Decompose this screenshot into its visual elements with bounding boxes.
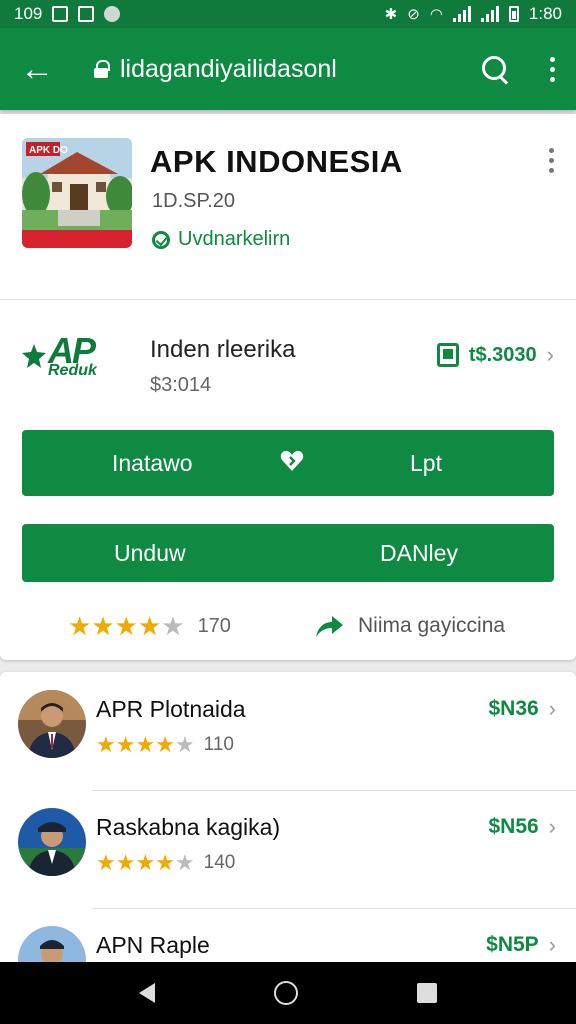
logo-small-text: Reduk bbox=[48, 362, 97, 379]
system-nav-bar bbox=[0, 962, 576, 1024]
list-item-price[interactable]: $N56 › bbox=[488, 814, 556, 840]
signal-2-icon bbox=[480, 6, 499, 22]
share-label: Niima gayiccina bbox=[358, 614, 506, 637]
list-item-stars: ★ ★ ★ ★ ★ bbox=[96, 850, 195, 875]
heart-icon bbox=[280, 450, 304, 471]
list-item-rating: ★ ★ ★ ★ ★ 140 bbox=[96, 850, 235, 876]
list-item[interactable]: Raskabna kagika) ★ ★ ★ ★ ★ 140 $N56 › bbox=[0, 790, 576, 908]
divider bbox=[92, 908, 576, 909]
chevron-right-icon: › bbox=[548, 932, 556, 957]
back-arrow-icon[interactable]: ← bbox=[20, 52, 60, 86]
install-button-right-label: Lpt bbox=[410, 449, 442, 476]
list-item-rating: ★ ★ ★ ★ ★ 110 bbox=[96, 732, 234, 758]
app-icon-caption: APK DO bbox=[29, 145, 68, 156]
verified-label: Uvdnarkelirn bbox=[152, 228, 290, 251]
chevron-right-icon: › bbox=[548, 696, 556, 721]
search-icon[interactable] bbox=[480, 54, 510, 84]
list-item-price-text: $N36 bbox=[488, 697, 539, 720]
avatar bbox=[18, 690, 86, 758]
lock-icon bbox=[94, 60, 110, 78]
nav-home-icon[interactable] bbox=[273, 981, 298, 1005]
app-subtitle: 1D.SP.20 bbox=[152, 190, 236, 212]
chevron-right-icon: › bbox=[546, 342, 554, 367]
app-bar: ← lidagandiyailidasonl bbox=[0, 28, 576, 110]
url-text[interactable]: lidagandiyailidasonl bbox=[120, 55, 480, 84]
card-more-icon[interactable] bbox=[549, 148, 554, 173]
rating-stars: ★ ★ ★ ★ ★ bbox=[68, 610, 185, 641]
detail-row[interactable]: AP Reduk Inden rleerika $3:014 t$.3030 › bbox=[0, 300, 576, 424]
status-bar: 109 ✱ ⊘ ◠ 1:80 bbox=[0, 0, 576, 28]
notification-icon: ✱ bbox=[384, 6, 398, 23]
detail-title: Inden rleerika bbox=[150, 336, 296, 363]
list-item-title: APN Raple bbox=[96, 932, 210, 958]
list-item-count: 110 bbox=[203, 734, 234, 755]
wifi-icon: ◠ bbox=[429, 6, 443, 23]
more-vertical-icon[interactable] bbox=[546, 56, 558, 82]
share-arrow-icon bbox=[316, 616, 343, 637]
app-icon[interactable]: APK DO bbox=[22, 138, 132, 248]
signal-icon bbox=[452, 6, 471, 22]
app-header: APK DO APK INDONESIA 1D.SP.20 Uvdnarkeli… bbox=[0, 114, 576, 300]
app-title: APK INDONESIA bbox=[150, 144, 403, 179]
install-button-label: Inatawo bbox=[112, 449, 193, 476]
related-apps-card: APR Plotnaida ★ ★ ★ ★ ★ 110 $N36 › Raskabna … bbox=[0, 672, 576, 972]
nav-back-icon[interactable] bbox=[139, 983, 156, 1003]
rating-count: 170 bbox=[197, 614, 231, 637]
download-button[interactable]: Unduw DANley bbox=[22, 524, 554, 582]
rating-row: ★ ★ ★ ★ ★ 170 Niima gayiccina bbox=[0, 608, 576, 644]
brand-logo: AP Reduk bbox=[22, 330, 126, 386]
list-item-count: 140 bbox=[203, 852, 236, 873]
gallery-notification-icon bbox=[52, 6, 69, 22]
list-item-price-text: $N5P bbox=[486, 933, 539, 956]
list-item-title: Raskabna kagika) bbox=[96, 814, 281, 840]
status-left-text: 109 bbox=[14, 4, 43, 23]
download-button-label: Unduw bbox=[114, 539, 186, 566]
detail-value[interactable]: t$.3030 › bbox=[436, 342, 554, 368]
list-item-price-text: $N56 bbox=[488, 815, 539, 838]
share-link[interactable]: Niima gayiccina bbox=[314, 613, 505, 639]
data-saver-icon: ⊘ bbox=[407, 6, 420, 23]
check-circle-icon bbox=[152, 230, 170, 249]
list-item-stars: ★ ★ ★ ★ ★ bbox=[96, 732, 195, 757]
list-item-title: APR Plotnaida bbox=[96, 696, 246, 722]
list-item-price[interactable]: $N36 › bbox=[488, 696, 556, 722]
app-detail-card: APK DO APK INDONESIA 1D.SP.20 Uvdnarkeli… bbox=[0, 114, 576, 660]
app-notification-icon bbox=[78, 6, 95, 22]
list-item[interactable]: APR Plotnaida ★ ★ ★ ★ ★ 110 $N36 › bbox=[0, 672, 576, 790]
install-button[interactable]: Inatawo Lpt bbox=[22, 430, 554, 496]
download-button-right-label: DANley bbox=[380, 539, 458, 566]
nav-recents-icon[interactable] bbox=[416, 983, 437, 1003]
battery-icon bbox=[508, 6, 519, 22]
status-time: 1:80 bbox=[528, 4, 562, 23]
shopping-bag-icon bbox=[436, 343, 459, 367]
list-item-price[interactable]: $N5P › bbox=[486, 932, 556, 958]
detail-price: $3:014 bbox=[150, 374, 212, 396]
divider bbox=[92, 790, 576, 791]
avatar bbox=[18, 808, 86, 876]
star-logo-icon bbox=[22, 344, 46, 368]
detail-value-text: t$.3030 bbox=[468, 343, 537, 366]
chrome-notification-icon bbox=[104, 6, 121, 22]
verified-text: Uvdnarkelirn bbox=[178, 228, 291, 250]
chevron-right-icon: › bbox=[548, 814, 556, 839]
